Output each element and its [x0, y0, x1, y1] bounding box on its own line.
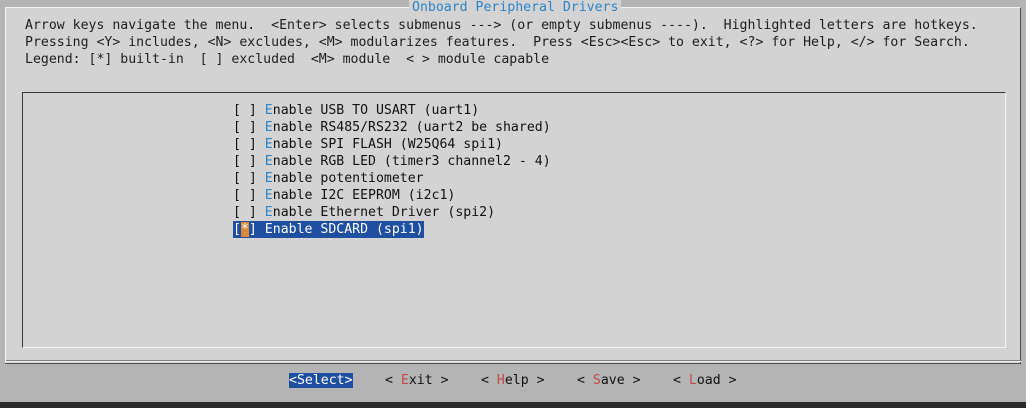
menu-item-potentiometer[interactable]: [ ] Enable potentiometer	[233, 170, 424, 187]
load-button[interactable]: < Load >	[673, 372, 737, 389]
menu-list: [ ] Enable USB TO USART (uart1) [ ] Enab…	[22, 92, 1006, 348]
menu-item-label: nable SPI FLASH (W25Q64 spi1)	[272, 137, 503, 152]
menu-item-ethernet-driver[interactable]: [ ] Enable Ethernet Driver (spi2)	[233, 204, 495, 221]
menu-item-hotkey: E	[264, 205, 273, 220]
menu-item-state	[241, 205, 249, 220]
menu-item-label: nable USB TO USART (uart1)	[272, 103, 480, 118]
help-button[interactable]: < Help >	[481, 372, 545, 389]
menu-item-hotkey: E	[264, 222, 273, 237]
menu-item-sdcard[interactable]: [*] Enable SDCARD (spi1)	[233, 221, 424, 238]
menu-item-spi-flash[interactable]: [ ] Enable SPI FLASH (W25Q64 spi1)	[233, 136, 503, 153]
menu-item-hotkey: E	[264, 188, 273, 203]
dialog-title: Onboard Peripheral Drivers	[409, 0, 622, 16]
menu-item-label: nable I2C EEPROM (i2c1)	[272, 188, 456, 203]
menu-item-label: nable SDCARD (spi1)	[272, 222, 424, 237]
menu-item-hotkey: E	[264, 120, 273, 135]
dialog-bottom-edge	[5, 363, 1021, 364]
bracket-left: <	[481, 373, 497, 388]
bracket-left: <	[673, 373, 689, 388]
menu-item-rs485-rs232[interactable]: [ ] Enable RS485/RS232 (uart2 be shared)	[233, 119, 551, 136]
bracket-right: >	[344, 373, 353, 388]
button-label: elp	[504, 373, 529, 388]
menu-item-state: *	[240, 222, 249, 237]
bracket-left: <	[289, 373, 297, 388]
button-label: oad	[696, 373, 721, 388]
bracket-right: >	[720, 373, 737, 388]
help-text-line-3: Legend: [*] built-in [ ] excluded <M> mo…	[25, 52, 550, 67]
menu-item-state	[241, 188, 249, 203]
bracket-right: >	[528, 373, 545, 388]
button-label: ave	[600, 373, 625, 388]
button-label: xit	[408, 373, 433, 388]
menu-item-label: nable RS485/RS232 (uart2 be shared)	[272, 120, 551, 135]
menu-item-state	[241, 154, 249, 169]
select-button-face: <Select>	[289, 373, 353, 388]
menu-item-hotkey: E	[264, 103, 273, 118]
select-button[interactable]: <Select>	[289, 372, 353, 389]
button-label: elect	[304, 373, 345, 388]
bracket-right: >	[624, 373, 641, 388]
terminal-bottom-border	[0, 402, 1026, 408]
help-text-line-2: Pressing <Y> includes, <N> excludes, <M>…	[25, 35, 970, 50]
hotkey-letter: S	[296, 373, 305, 388]
menu-item-hotkey: E	[264, 171, 273, 186]
bracket-left: <	[385, 373, 401, 388]
help-text-line-1: Arrow keys navigate the menu. <Enter> se…	[25, 18, 978, 33]
menu-item-hotkey: E	[264, 137, 273, 152]
hotkey-letter: S	[592, 373, 601, 388]
bracket-right: >	[432, 373, 449, 388]
menu-item-label: nable RGB LED (timer3 channel2 - 4)	[272, 154, 551, 169]
button-separator-highlight	[6, 361, 1022, 362]
menu-item-state	[241, 120, 249, 135]
menu-item-rgb-led[interactable]: [ ] Enable RGB LED (timer3 channel2 - 4)	[233, 153, 551, 170]
selection-highlight: [*] Enable SDCARD (spi1)	[233, 221, 424, 238]
menu-item-state	[241, 137, 249, 152]
menu-item-label: nable Ethernet Driver (spi2)	[272, 205, 496, 220]
save-button[interactable]: < Save >	[577, 372, 641, 389]
menu-item-hotkey: E	[264, 154, 273, 169]
hotkey-letter: L	[688, 373, 697, 388]
menu-item-usb-to-usart[interactable]: [ ] Enable USB TO USART (uart1)	[233, 102, 479, 119]
menu-item-state	[241, 103, 249, 118]
menu-item-label: nable potentiometer	[272, 171, 424, 186]
menu-item-state	[241, 171, 249, 186]
hotkey-letter: H	[496, 373, 505, 388]
hotkey-letter: E	[400, 373, 409, 388]
exit-button[interactable]: < Exit >	[385, 372, 449, 389]
bracket-left: <	[577, 373, 593, 388]
menu-item-i2c-eeprom[interactable]: [ ] Enable I2C EEPROM (i2c1)	[233, 187, 455, 204]
config-dialog: Onboard Peripheral Drivers Arrow keys na…	[5, 0, 1022, 364]
